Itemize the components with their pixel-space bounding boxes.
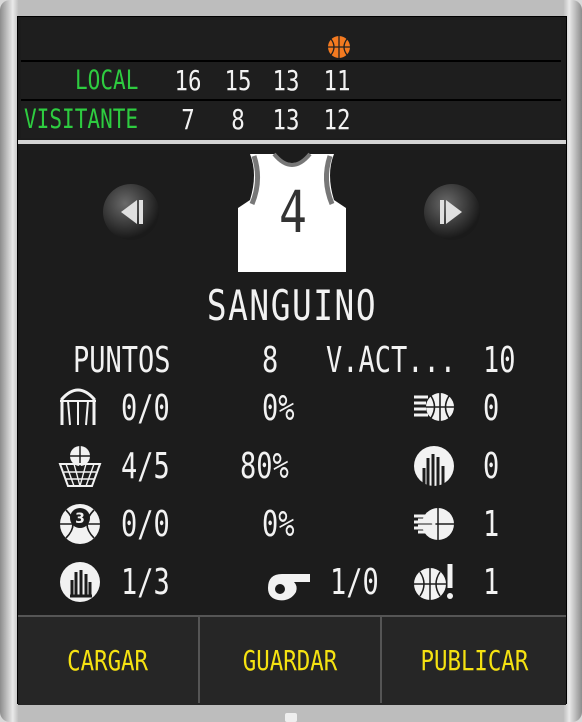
possession-row — [21, 20, 561, 62]
local-q4: 11 — [323, 64, 351, 97]
ft-made-attempted: 0/0 — [121, 388, 170, 429]
valuation-label: V.ACT... — [326, 340, 457, 381]
hand-grab-ball-icon — [414, 508, 454, 540]
action-bar: CARGAR GUARDAR PUBLICAR — [18, 615, 566, 705]
load-button-label: CARGAR — [67, 643, 149, 677]
fast-break-value: 0 — [483, 388, 500, 429]
fouls-value: 1/0 — [330, 562, 379, 603]
basketball-icon — [328, 36, 350, 58]
block-hand-icon — [60, 562, 100, 602]
two-point-made-attempted: 4/5 — [121, 446, 170, 487]
fast-ball-icon — [414, 393, 454, 421]
previous-player-button[interactable] — [103, 184, 159, 240]
local-team-label: LOCAL — [75, 65, 139, 96]
player-name: SANGUINO — [206, 281, 378, 330]
jersey-number: 4 — [279, 178, 307, 246]
frame-notch — [285, 713, 297, 722]
local-q3: 13 — [272, 64, 300, 97]
next-player-button[interactable] — [424, 184, 480, 240]
previous-arrow-icon — [121, 200, 143, 224]
local-score-row: LOCAL 16 15 13 11 — [21, 62, 561, 101]
rebounds-value: 1 — [483, 504, 500, 545]
svg-text:3: 3 — [75, 511, 85, 527]
blocks-made-attempted: 1/3 — [121, 562, 170, 603]
save-button[interactable]: GUARDAR — [200, 617, 382, 703]
steal-hand-icon — [414, 446, 454, 486]
scoreboard-screen: LOCAL 16 15 13 11 VISITANTE 7 8 13 12 4 … — [17, 16, 567, 705]
visitor-q1: 7 — [181, 103, 195, 136]
scoreboard-panel: LOCAL 16 15 13 11 VISITANTE 7 8 13 12 — [21, 20, 561, 138]
points-label: PUNTOS — [73, 340, 171, 381]
visitor-team-label: VISITANTE — [24, 104, 139, 135]
publish-button-label: PUBLICAR — [420, 643, 528, 677]
basket-icon — [58, 446, 102, 487]
publish-button[interactable]: PUBLICAR — [382, 617, 566, 703]
visitor-q2: 8 — [231, 103, 245, 136]
three-point-made-attempted: 0/0 — [121, 504, 170, 545]
ft-percentage: 0% — [262, 388, 295, 429]
steals-value: 0 — [483, 446, 500, 487]
valuation-value: 10 — [483, 340, 516, 381]
local-q1: 16 — [174, 64, 202, 97]
three-point-percentage: 0% — [262, 504, 295, 545]
load-button[interactable]: CARGAR — [18, 617, 200, 703]
divider — [18, 140, 566, 144]
visitor-q4: 12 — [323, 103, 351, 136]
whistle-icon — [268, 574, 310, 601]
points-value: 8 — [262, 340, 279, 381]
save-button-label: GUARDAR — [242, 643, 338, 677]
visitor-score-row: VISITANTE 7 8 13 12 — [21, 101, 561, 138]
next-arrow-icon — [440, 200, 462, 224]
ball-exclamation-icon — [414, 564, 453, 600]
visitor-q3: 13 — [272, 103, 300, 136]
local-q2: 15 — [224, 64, 252, 97]
turnovers-value: 1 — [483, 562, 500, 603]
two-point-percentage: 80% — [240, 446, 289, 487]
three-ball-icon: 3 — [60, 504, 100, 544]
device-frame: LOCAL 16 15 13 11 VISITANTE 7 8 13 12 4 … — [0, 0, 582, 722]
rim-icon — [60, 388, 96, 426]
